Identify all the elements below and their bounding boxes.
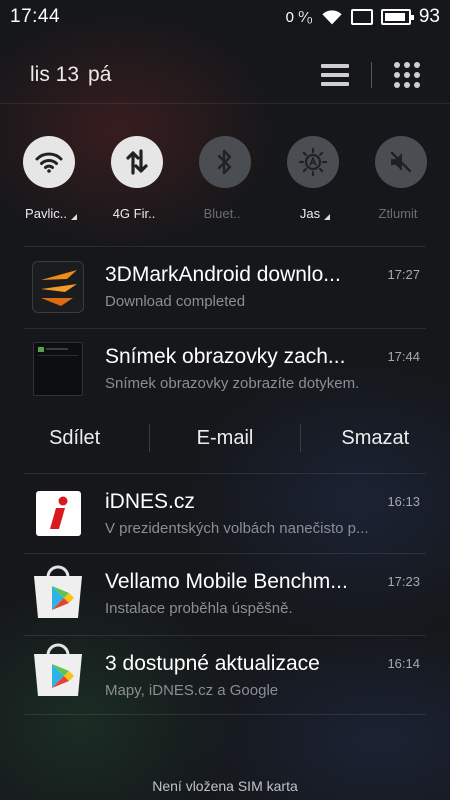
shade-header: lis 13 pá [0,50,450,100]
toggle-wifi-label: Pavlic.. [25,206,77,221]
toggle-mobile-data-label: 4G Fir.. [112,206,156,221]
header-icons [321,62,420,88]
notification-title: Snímek obrazovky zach... [105,345,346,368]
notification-vellamo[interactable]: Vellamo Mobile Benchm... Instalace probě… [0,554,450,634]
toggle-mute-button[interactable] [375,136,427,188]
notification-text: V prezidentských volbách nanečisto p... [105,520,369,537]
grid-view-icon[interactable] [394,62,420,88]
status-icons: 0 ⁰⁄₀ 93 [286,6,440,28]
bluetooth-icon [217,149,232,175]
screen-icon [350,8,373,25]
notification-text: Snímek obrazovky zobrazíte dotykem. [105,375,360,392]
mobile-data-icon [126,149,148,175]
notification-time: 17:27 [387,267,420,282]
notification-time: 17:23 [387,574,420,589]
notification-time: 17:44 [387,349,420,364]
notification-text: Instalace proběhla úspěšně. [105,600,293,617]
list-view-icon[interactable] [321,64,349,86]
notification-3dmark[interactable]: 3DMarkAndroid downlo... Download complet… [0,247,450,327]
toggle-mobile-data[interactable]: 4G Fir.. [97,136,177,221]
sim-status: Není vložena SIM karta [152,778,298,794]
wifi-signal-icon [322,9,342,24]
date: lis 13 pá [30,63,321,87]
play-store-icon [30,564,86,622]
battery-icon [380,8,414,25]
toggle-bluetooth-label: Bluet.. [203,206,241,221]
quick-settings: Pavlic.. 4G Fir.. Bluet.. Jas Ztlumit [0,136,450,221]
data-rate: 0 ⁰⁄₀ [285,8,313,26]
battery-percent: 93 [418,5,440,27]
notification-title: 3DMarkAndroid downlo... [105,263,341,286]
toggle-mobile-data-button[interactable] [111,136,163,188]
toggle-bluetooth[interactable]: Bluet.. [185,136,265,221]
notification-title: 3 dostupné aktualizace [105,652,320,675]
screenshot-actions: Sdílet E-mail Smazat [0,420,450,456]
toggle-mute-label: Ztlumit [378,206,418,221]
battery-fill [384,12,406,21]
email-button[interactable]: E-mail [150,427,299,450]
toggle-brightness-button[interactable] [287,136,339,188]
notification-updates[interactable]: 3 dostupné aktualizace Mapy, iDNES.cz a … [0,636,450,716]
toggle-mute[interactable]: Ztlumit [361,136,441,221]
toggle-wifi[interactable]: Pavlic.. [9,136,89,221]
mute-icon [390,151,412,173]
notification-title: Vellamo Mobile Benchm... [105,570,348,593]
notification-text: Download completed [105,293,246,310]
notification-text: Mapy, iDNES.cz a Google [105,682,279,699]
notification-time: 16:13 [387,494,420,509]
date-weekday: pá [88,63,112,86]
notification-time: 16:14 [387,656,420,671]
idnes-icon [36,491,81,536]
toggle-brightness-label: Jas [300,206,331,221]
notification-idnes[interactable]: iDNES.cz V prezidentských volbách naneči… [0,474,450,554]
share-button[interactable]: Sdílet [0,427,149,450]
notification-screenshot[interactable]: Snímek obrazovky zach... Snímek obrazovk… [0,329,450,409]
toggle-brightness[interactable]: Jas [273,136,353,221]
status-time: 17:44 [10,5,61,27]
date-day: lis 13 [30,63,80,86]
toggle-wifi-button[interactable] [23,136,75,188]
screenshot-thumbnail-icon [33,342,83,396]
brightness-icon [298,147,328,177]
3dmark-icon [32,261,84,313]
delete-button[interactable]: Smazat [301,427,450,450]
header-separator [0,103,450,104]
play-store-icon [30,642,86,700]
notification-title: iDNES.cz [105,490,195,513]
wifi-icon [35,152,63,173]
header-divider [371,62,372,88]
toggle-bluetooth-button[interactable] [199,136,251,188]
status-bar: 17:44 0 ⁰⁄₀ 93 [0,0,450,33]
divider [24,714,426,715]
